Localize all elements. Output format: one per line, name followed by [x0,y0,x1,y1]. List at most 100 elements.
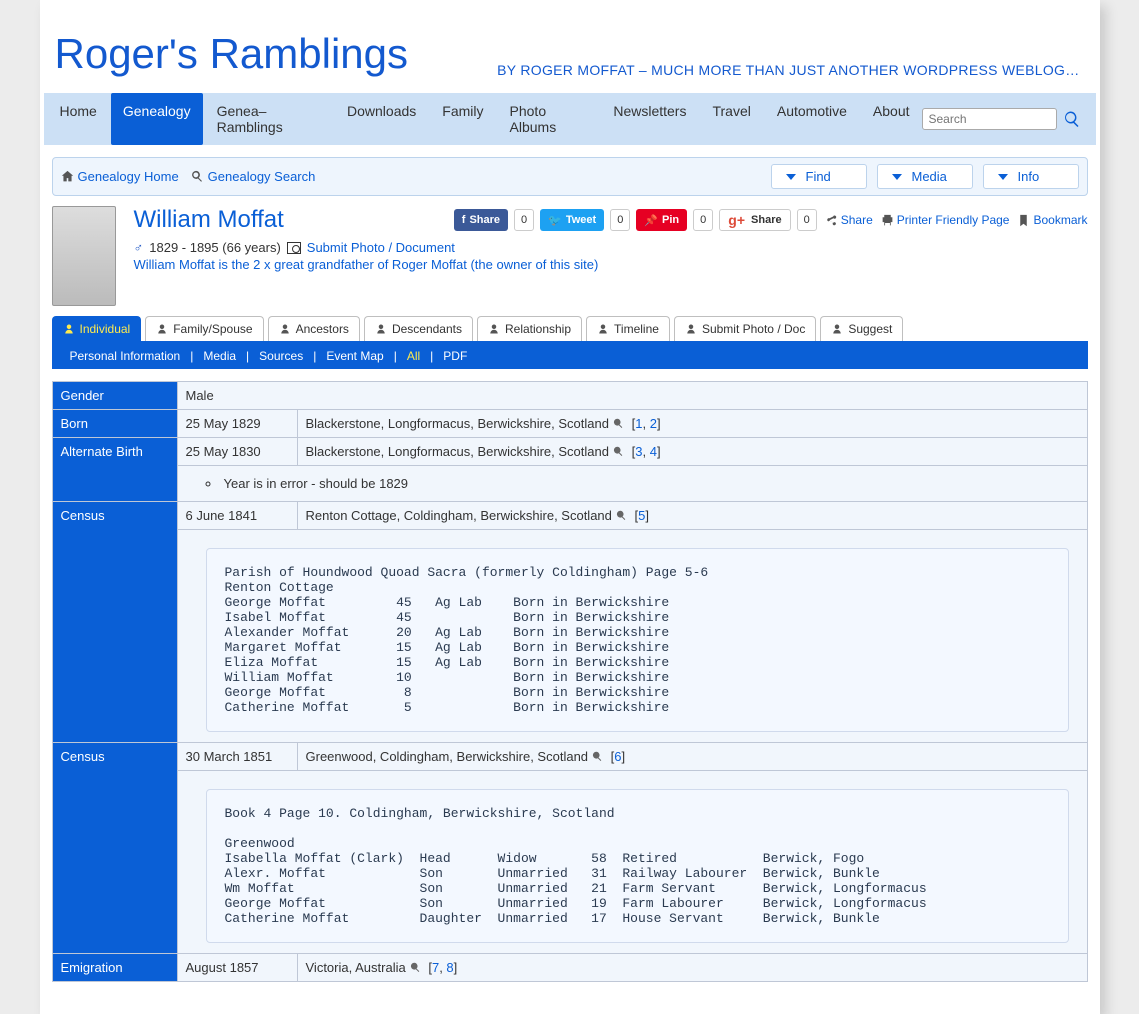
genealogy-home-link[interactable]: Genealogy Home [61,169,179,184]
bookmark-link[interactable]: Bookmark [1017,213,1087,227]
place-census2: Greenwood, Coldingham, Berwickshire, Sco… [297,743,1087,771]
search-icon[interactable] [1063,110,1081,128]
date-census2: 30 March 1851 [177,743,297,771]
place-altbirth: Blackerstone, Longformacus, Berwickshire… [297,438,1087,466]
label-gender: Gender [52,382,177,410]
tab-icon [597,323,609,335]
magnify-icon[interactable] [613,418,624,429]
magnify-icon[interactable] [410,962,421,973]
record-tab-submitphotodoc[interactable]: Submit Photo / Doc [674,316,816,341]
pinterest-count: 0 [693,209,713,231]
breadcrumb-bar: Genealogy Home Genealogy Search Find Med… [52,157,1088,196]
row-emigration: Emigration August 1857 Victoria, Austral… [52,954,1087,982]
nav-tab-about[interactable]: About [861,93,922,145]
ref-link[interactable]: 4 [650,444,657,459]
sub-tabs: Personal Information| Media| Sources| Ev… [52,343,1088,369]
find-dropdown[interactable]: Find [771,164,867,189]
record-tabs: IndividualFamily/SpouseAncestorsDescenda… [52,316,1088,343]
magnify-icon[interactable] [616,510,627,521]
record-tab-descendants[interactable]: Descendants [364,316,473,341]
nav-tab-photoalbums[interactable]: Photo Albums [498,93,600,145]
submit-photo-link[interactable]: Submit Photo / Document [307,240,455,255]
share-icon [825,214,838,227]
subtab-pdf[interactable]: PDF [435,349,475,363]
person-name: William Moffat [134,206,284,234]
chevron-down-icon [786,174,796,180]
subtab-sources[interactable]: Sources [251,349,311,363]
place-emigration: Victoria, Australia [7, 8] [297,954,1087,982]
facts-table: Gender Male Born 25 May 1829 Blackerston… [52,381,1088,982]
magnify-icon[interactable] [592,751,603,762]
life-dates: ♂ 1829 - 1895 (66 years) Submit Photo / … [134,240,1088,255]
nav-tab-automotive[interactable]: Automotive [765,93,859,145]
info-dropdown[interactable]: Info [983,164,1079,189]
search-input[interactable] [922,108,1057,130]
ref-link[interactable]: 6 [614,749,621,764]
print-link[interactable]: Printer Friendly Page [881,213,1010,227]
nav-tab-home[interactable]: Home [48,93,109,145]
subtab-media[interactable]: Media [195,349,244,363]
magnify-icon[interactable] [613,446,624,457]
row-census1: Census 6 June 1841 Renton Cottage, Coldi… [52,502,1087,530]
value-gender: Male [177,382,1087,410]
subtab-personal[interactable]: Personal Information [62,349,189,363]
label-altbirth: Alternate Birth [52,438,177,502]
nav-tab-genealogy[interactable]: Genealogy [111,93,203,145]
site-tagline: BY ROGER MOFFAT – MUCH MORE THAN JUST AN… [497,62,1079,78]
ref-link[interactable]: 2 [650,416,657,431]
person-portrait[interactable] [52,206,116,306]
twitter-tweet-button[interactable]: 🐦Tweet [540,209,604,231]
record-tab-ancestors[interactable]: Ancestors [268,316,360,341]
genealogy-search-link[interactable]: Genealogy Search [191,169,316,184]
place-census1: Renton Cottage, Coldingham, Berwickshire… [297,502,1087,530]
row-altbirth: Alternate Birth 25 May 1830 Blackerstone… [52,438,1087,466]
tab-icon [156,323,168,335]
facebook-share-button[interactable]: fShare [454,209,508,231]
search-small-icon [191,170,204,183]
census2-transcript: Book 4 Page 10. Coldingham, Berwickshire… [206,789,1069,943]
tab-icon [375,323,387,335]
nav-tab-newsletters[interactable]: Newsletters [601,93,698,145]
tab-icon [63,323,75,335]
nav-tab-downloads[interactable]: Downloads [335,93,428,145]
label-emigration: Emigration [52,954,177,982]
relationship-note[interactable]: William Moffat is the 2 x great grandfat… [134,257,1088,272]
nav-tab-family[interactable]: Family [430,93,495,145]
pinterest-pin-button[interactable]: 📌Pin [636,209,687,231]
label-census2: Census [52,743,177,954]
twitter-count: 0 [610,209,630,231]
row-born: Born 25 May 1829 Blackerstone, Longforma… [52,410,1087,438]
bookmark-icon [1017,214,1030,227]
row-census2: Census 30 March 1851 Greenwood, Coldingh… [52,743,1087,771]
googleplus-count: 0 [797,209,817,231]
label-census1: Census [52,502,177,743]
tab-icon [488,323,500,335]
subtab-eventmap[interactable]: Event Map [318,349,391,363]
chevron-down-icon [998,174,1008,180]
record-tab-familyspouse[interactable]: Family/Spouse [145,316,263,341]
ref-link[interactable]: 7 [432,960,439,975]
nav-tab-genearamblings[interactable]: Genea–Ramblings [205,93,333,145]
googleplus-share-button[interactable]: g+Share [719,209,790,231]
nav-tab-travel[interactable]: Travel [700,93,762,145]
subtab-all[interactable]: All [399,349,428,363]
date-emigration: August 1857 [177,954,297,982]
record-tab-timeline[interactable]: Timeline [586,316,670,341]
home-icon [61,170,74,183]
row-census2-text: Book 4 Page 10. Coldingham, Berwickshire… [52,771,1087,954]
record-tab-individual[interactable]: Individual [52,316,142,341]
ref-link[interactable]: 8 [446,960,453,975]
record-tab-suggest[interactable]: Suggest [820,316,903,341]
record-tab-relationship[interactable]: Relationship [477,316,582,341]
date-born: 25 May 1829 [177,410,297,438]
site-title[interactable]: Roger's Ramblings [55,30,409,78]
date-census1: 6 June 1841 [177,502,297,530]
share-link[interactable]: Share [825,213,873,227]
facebook-count: 0 [514,209,534,231]
row-census1-text: Parish of Houndwood Quoad Sacra (formerl… [52,530,1087,743]
media-dropdown[interactable]: Media [877,164,973,189]
male-icon: ♂ [134,240,144,255]
row-gender: Gender Male [52,382,1087,410]
row-altbirth-note: Year is in error - should be 1829 [52,466,1087,502]
printer-icon [881,214,894,227]
